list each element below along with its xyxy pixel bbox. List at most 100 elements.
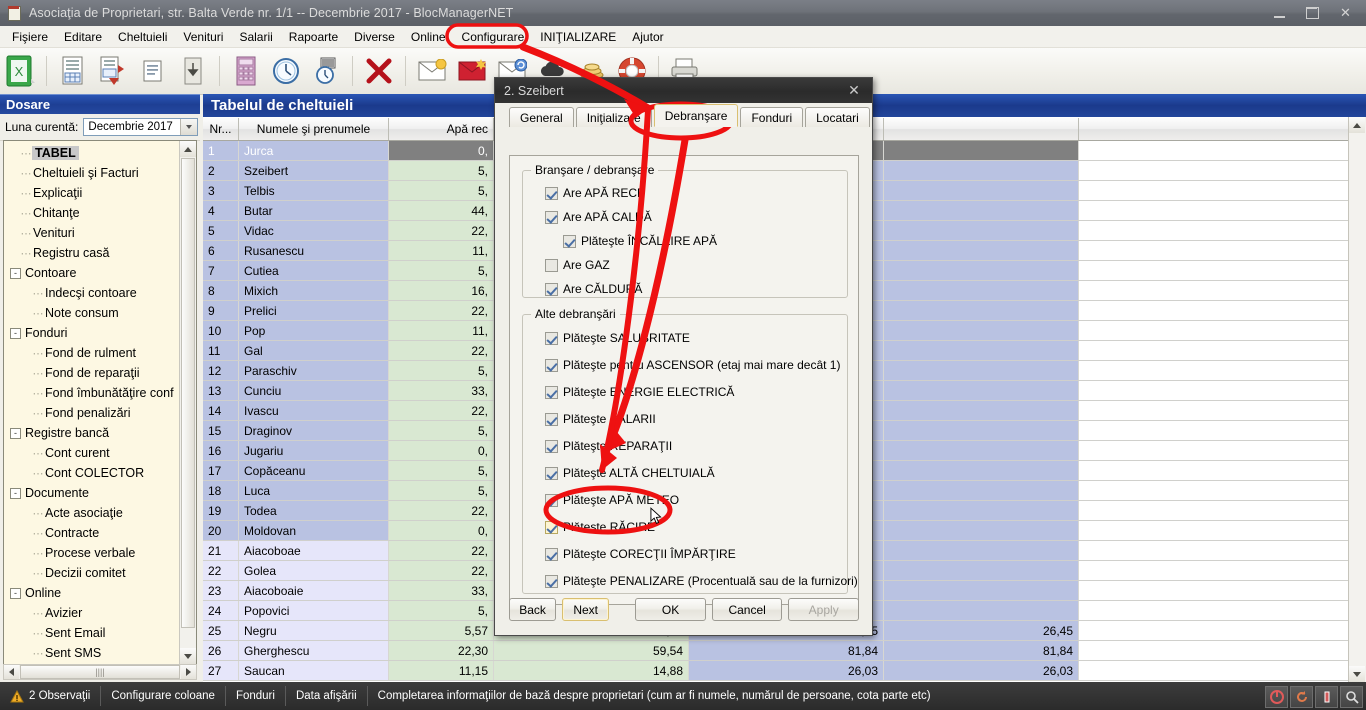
checkbox-row-are-gaz[interactable]: Are GAZ: [545, 256, 717, 274]
checkbox-icon[interactable]: [545, 520, 558, 534]
report-export-icon[interactable]: [93, 51, 133, 91]
sidebar-item-contracte[interactable]: ⋯ Contracte: [4, 523, 180, 543]
sidebar-item-online[interactable]: - Online: [4, 583, 180, 603]
table-row[interactable]: 26 Gherghescu 22,30 59,54 81,84 81,84: [203, 641, 1366, 661]
sidebar-item-explica-ii[interactable]: ⋯ Explicaţii: [4, 183, 180, 203]
sidebar-item-fond-de-rulment[interactable]: ⋯ Fond de rulment: [4, 343, 180, 363]
sidebar-item-tabel[interactable]: ⋯ TABEL: [4, 143, 180, 163]
sidebar-item-fond-de-repara-ii[interactable]: ⋯ Fond de reparaţii: [4, 363, 180, 383]
table-row[interactable]: 27 Saucan 11,15 14,88 26,03 26,03: [203, 661, 1366, 681]
clock-barcode-icon[interactable]: [306, 51, 346, 91]
sidebar-item-note-consum[interactable]: ⋯ Note consum: [4, 303, 180, 323]
status-fonduri[interactable]: Fonduri: [226, 686, 286, 706]
checkbox-icon[interactable]: [545, 466, 558, 480]
checkbox-icon[interactable]: [545, 385, 558, 399]
tree-expander-icon[interactable]: -: [10, 427, 21, 439]
cancel-button[interactable]: Cancel: [711, 598, 783, 621]
grid-column-header-0[interactable]: Nr...: [203, 118, 239, 140]
sidebar-item-indec-i-contoare[interactable]: ⋯ Indecşi contoare: [4, 283, 180, 303]
grid-column-header-2[interactable]: Apă rec: [389, 118, 494, 140]
status-configure-columns[interactable]: Configurare coloane: [101, 686, 226, 706]
calculator-icon[interactable]: [226, 51, 266, 91]
menu-item-fiiere[interactable]: Fişiere: [4, 28, 56, 46]
tab-locatari[interactable]: Locatari: [805, 107, 870, 127]
checkbox-row-are-c-ldur-[interactable]: Are CĂLDURĂ: [545, 280, 717, 298]
checkbox-icon[interactable]: [545, 574, 558, 588]
status-observations[interactable]: 2 Observaţii: [0, 686, 102, 706]
clock-icon[interactable]: [266, 51, 306, 91]
battery-icon[interactable]: [1315, 686, 1338, 708]
checkbox-row-pl-te-te-repara-ii[interactable]: Plăteşte REPARAŢII: [545, 437, 858, 455]
sidebar-item-decizii-comitet[interactable]: ⋯ Decizii comitet: [4, 563, 180, 583]
checkbox-icon[interactable]: [545, 258, 558, 272]
maximize-icon[interactable]: [1296, 1, 1329, 25]
checkbox-icon[interactable]: [545, 186, 558, 200]
chevron-down-icon[interactable]: [180, 119, 198, 135]
sidebar-item-cont-curent[interactable]: ⋯ Cont curent: [4, 443, 180, 463]
checkbox-row-are-ap-rece[interactable]: Are APĂ RECE: [545, 184, 717, 202]
scroll-left-icon[interactable]: [4, 665, 19, 679]
checkbox-row-are-ap-cald-[interactable]: Are APĂ CALDĂ: [545, 208, 717, 226]
report-table-icon[interactable]: [53, 51, 93, 91]
sidebar-item-avizier[interactable]: ⋯ Avizier: [4, 603, 180, 623]
checkbox-row-pl-te-te-salubritate[interactable]: Plăteşte SALUBRITATE: [545, 329, 858, 347]
checkbox-row-pl-te-te-r-cire[interactable]: Plăteşte RĂCIRE: [545, 518, 858, 536]
checkbox-icon[interactable]: [545, 439, 558, 453]
sidebar-item-registru-cas-[interactable]: ⋯ Registru casă: [4, 243, 180, 263]
menu-item-iniializare[interactable]: INIŢIALIZARE: [532, 28, 624, 46]
checkbox-icon[interactable]: [563, 234, 576, 248]
menu-item-rapoarte[interactable]: Rapoarte: [281, 28, 346, 46]
checkbox-row-pl-te-te-penalizare-procentual-sau-de-la[interactable]: Plăteşte PENALIZARE (Procentuală sau de …: [545, 572, 858, 590]
tree-expander-icon[interactable]: -: [10, 327, 21, 339]
checkbox-row-pl-te-te-salarii[interactable]: Plăteşte SALARII: [545, 410, 858, 428]
scroll-thumb[interactable]: [181, 158, 195, 628]
menu-item-salarii[interactable]: Salarii: [231, 28, 280, 46]
download-icon[interactable]: [173, 51, 213, 91]
status-data-afisarii[interactable]: Data afişării: [286, 686, 368, 706]
tree-horizontal-scrollbar[interactable]: ||||: [3, 664, 197, 680]
back-button[interactable]: Back: [509, 598, 557, 621]
tree-vertical-scrollbar[interactable]: [179, 141, 196, 664]
close-icon[interactable]: ✕: [1329, 1, 1362, 25]
menu-item-cheltuieli[interactable]: Cheltuieli: [110, 28, 175, 46]
grid-column-header-1[interactable]: Numele şi prenumele: [239, 118, 389, 140]
refresh-icon[interactable]: [1290, 686, 1313, 708]
checkbox-row-pl-te-te-nc-lzire-ap-[interactable]: Plăteşte ÎNCĂLZIRE APĂ: [563, 232, 717, 250]
tree-expander-icon[interactable]: -: [10, 587, 21, 599]
menu-item-venituri[interactable]: Venituri: [175, 28, 231, 46]
checkbox-icon[interactable]: [545, 331, 558, 345]
checkbox-icon[interactable]: [545, 412, 558, 426]
sidebar-item-fonduri[interactable]: - Fonduri: [4, 323, 180, 343]
excel-export-icon[interactable]: X: [0, 51, 40, 91]
menu-item-editare[interactable]: Editare: [56, 28, 110, 46]
grid-vertical-scrollbar[interactable]: [1348, 117, 1366, 682]
checkbox-icon[interactable]: [545, 547, 558, 561]
delete-red-x-icon[interactable]: [359, 51, 399, 91]
checkbox-icon[interactable]: [545, 358, 558, 372]
sidebar-item-sent-sms[interactable]: ⋯ Sent SMS: [4, 643, 180, 663]
next-button[interactable]: Next: [562, 598, 610, 621]
sidebar-item-acte-asocia-ie[interactable]: ⋯ Acte asociaţie: [4, 503, 180, 523]
sidebar-tree[interactable]: ⋯ TABEL ⋯ Cheltuieli şi Facturi ⋯ Explicaţii ⋯…: [3, 140, 197, 665]
menu-item-diverse[interactable]: Diverse: [346, 28, 403, 46]
sidebar-item-sent-email[interactable]: ⋯ Sent Email: [4, 623, 180, 643]
minimize-icon[interactable]: [1263, 1, 1296, 25]
tree-expander-icon[interactable]: -: [10, 487, 21, 499]
checkbox-icon[interactable]: [545, 282, 558, 296]
sidebar-item-documente[interactable]: - Documente: [4, 483, 180, 503]
sidebar-item-cheltuieli-i-facturi[interactable]: ⋯ Cheltuieli şi Facturi: [4, 163, 180, 183]
tab-iniializare[interactable]: Iniţializare: [575, 107, 652, 127]
dialog-close-icon[interactable]: ✕: [846, 82, 862, 99]
tree-expander-icon[interactable]: -: [10, 267, 21, 279]
scroll-up-icon[interactable]: [1349, 117, 1365, 133]
menu-item-online[interactable]: Online: [403, 28, 454, 46]
search-icon[interactable]: [1340, 686, 1363, 708]
ok-button[interactable]: OK: [635, 598, 706, 621]
scroll-down-icon[interactable]: [180, 648, 196, 664]
scroll-down-icon[interactable]: [1349, 666, 1365, 682]
checkbox-row-pl-te-te-pentru-ascensor-etaj-mai-mare-d[interactable]: Plăteşte pentru ASCENSOR (etaj mai mare …: [545, 356, 858, 374]
checkbox-row-pl-te-te-energie-electric-[interactable]: Plăteşte ENERGIE ELECTRICĂ: [545, 383, 858, 401]
sidebar-item-contoare[interactable]: - Contoare: [4, 263, 180, 283]
tab-fonduri[interactable]: Fonduri: [740, 107, 804, 127]
sidebar-item-venituri[interactable]: ⋯ Venituri: [4, 223, 180, 243]
